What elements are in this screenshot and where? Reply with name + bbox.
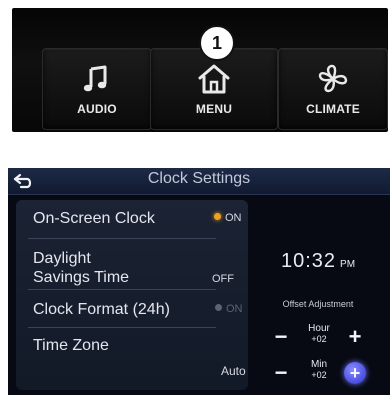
setting-label-line1: Daylight	[33, 250, 91, 267]
clock-ampm: PM	[340, 259, 356, 270]
setting-on-screen-clock[interactable]: On-Screen Clock ON	[16, 200, 248, 240]
music-note-icon	[83, 65, 107, 92]
min-adjust-row: − Min +02 +	[254, 357, 382, 391]
min-value: +02	[311, 370, 327, 380]
hour-plus-button[interactable]: +	[344, 326, 366, 348]
daylight-savings-status: OFF	[212, 273, 234, 285]
status-indicator-icon	[215, 304, 222, 311]
callout-number: 1	[199, 25, 235, 61]
title-bar: Clock Settings	[8, 168, 390, 195]
on-screen-clock-status: ON	[214, 212, 242, 224]
hour-label: Hour	[308, 323, 330, 334]
clock-settings-screen: Clock Settings On-Screen Clock ON Daylig…	[8, 168, 390, 395]
page-title: Clock Settings	[147, 170, 251, 187]
setting-daylight-savings-time[interactable]: Daylight Savings Time OFF	[16, 240, 248, 288]
setting-time-zone[interactable]: Time Zone Auto	[16, 328, 248, 384]
offset-adjustment-label: Offset Adjustment	[282, 299, 354, 309]
min-minus-button[interactable]: −	[270, 362, 292, 385]
time-zone-value: Auto	[221, 364, 246, 378]
audio-button-label: AUDIO	[77, 102, 117, 116]
setting-label: On-Screen Clock	[33, 210, 155, 227]
divider	[28, 238, 216, 239]
setting-label: Time Zone	[33, 337, 109, 354]
min-plus-button[interactable]: +	[344, 362, 366, 384]
climate-button-label: CLIMATE	[306, 102, 360, 116]
status-indicator-icon	[214, 213, 221, 220]
hardware-control-panel: AUDIO MENU CLIMATE 1	[12, 8, 388, 132]
hour-value: +02	[311, 334, 327, 344]
home-icon	[198, 64, 230, 94]
clock-format-status: ON	[215, 303, 243, 315]
setting-clock-format[interactable]: Clock Format (24h) ON	[16, 290, 248, 328]
clock-display: 10:32 PM	[254, 250, 382, 273]
fan-icon	[318, 64, 348, 93]
min-label: Min	[310, 359, 328, 370]
clock-adjust-panel: 10:32 PM Offset Adjustment − Hour +02 + −…	[254, 200, 382, 390]
clock-time: 10:32	[280, 250, 337, 272]
audio-button[interactable]: AUDIO	[42, 48, 152, 130]
min-offset: Min +02	[296, 359, 342, 381]
setting-label: Clock Format (24h)	[33, 301, 170, 318]
hour-offset: Hour +02	[296, 323, 342, 345]
settings-list: On-Screen Clock ON Daylight Savings Time…	[16, 200, 248, 390]
hour-minus-button[interactable]: −	[270, 326, 292, 349]
hour-adjust-row: − Hour +02 +	[254, 321, 382, 355]
menu-button-label: MENU	[195, 102, 233, 116]
setting-label-line2: Savings Time	[33, 269, 130, 286]
climate-button[interactable]: CLIMATE	[278, 48, 388, 130]
